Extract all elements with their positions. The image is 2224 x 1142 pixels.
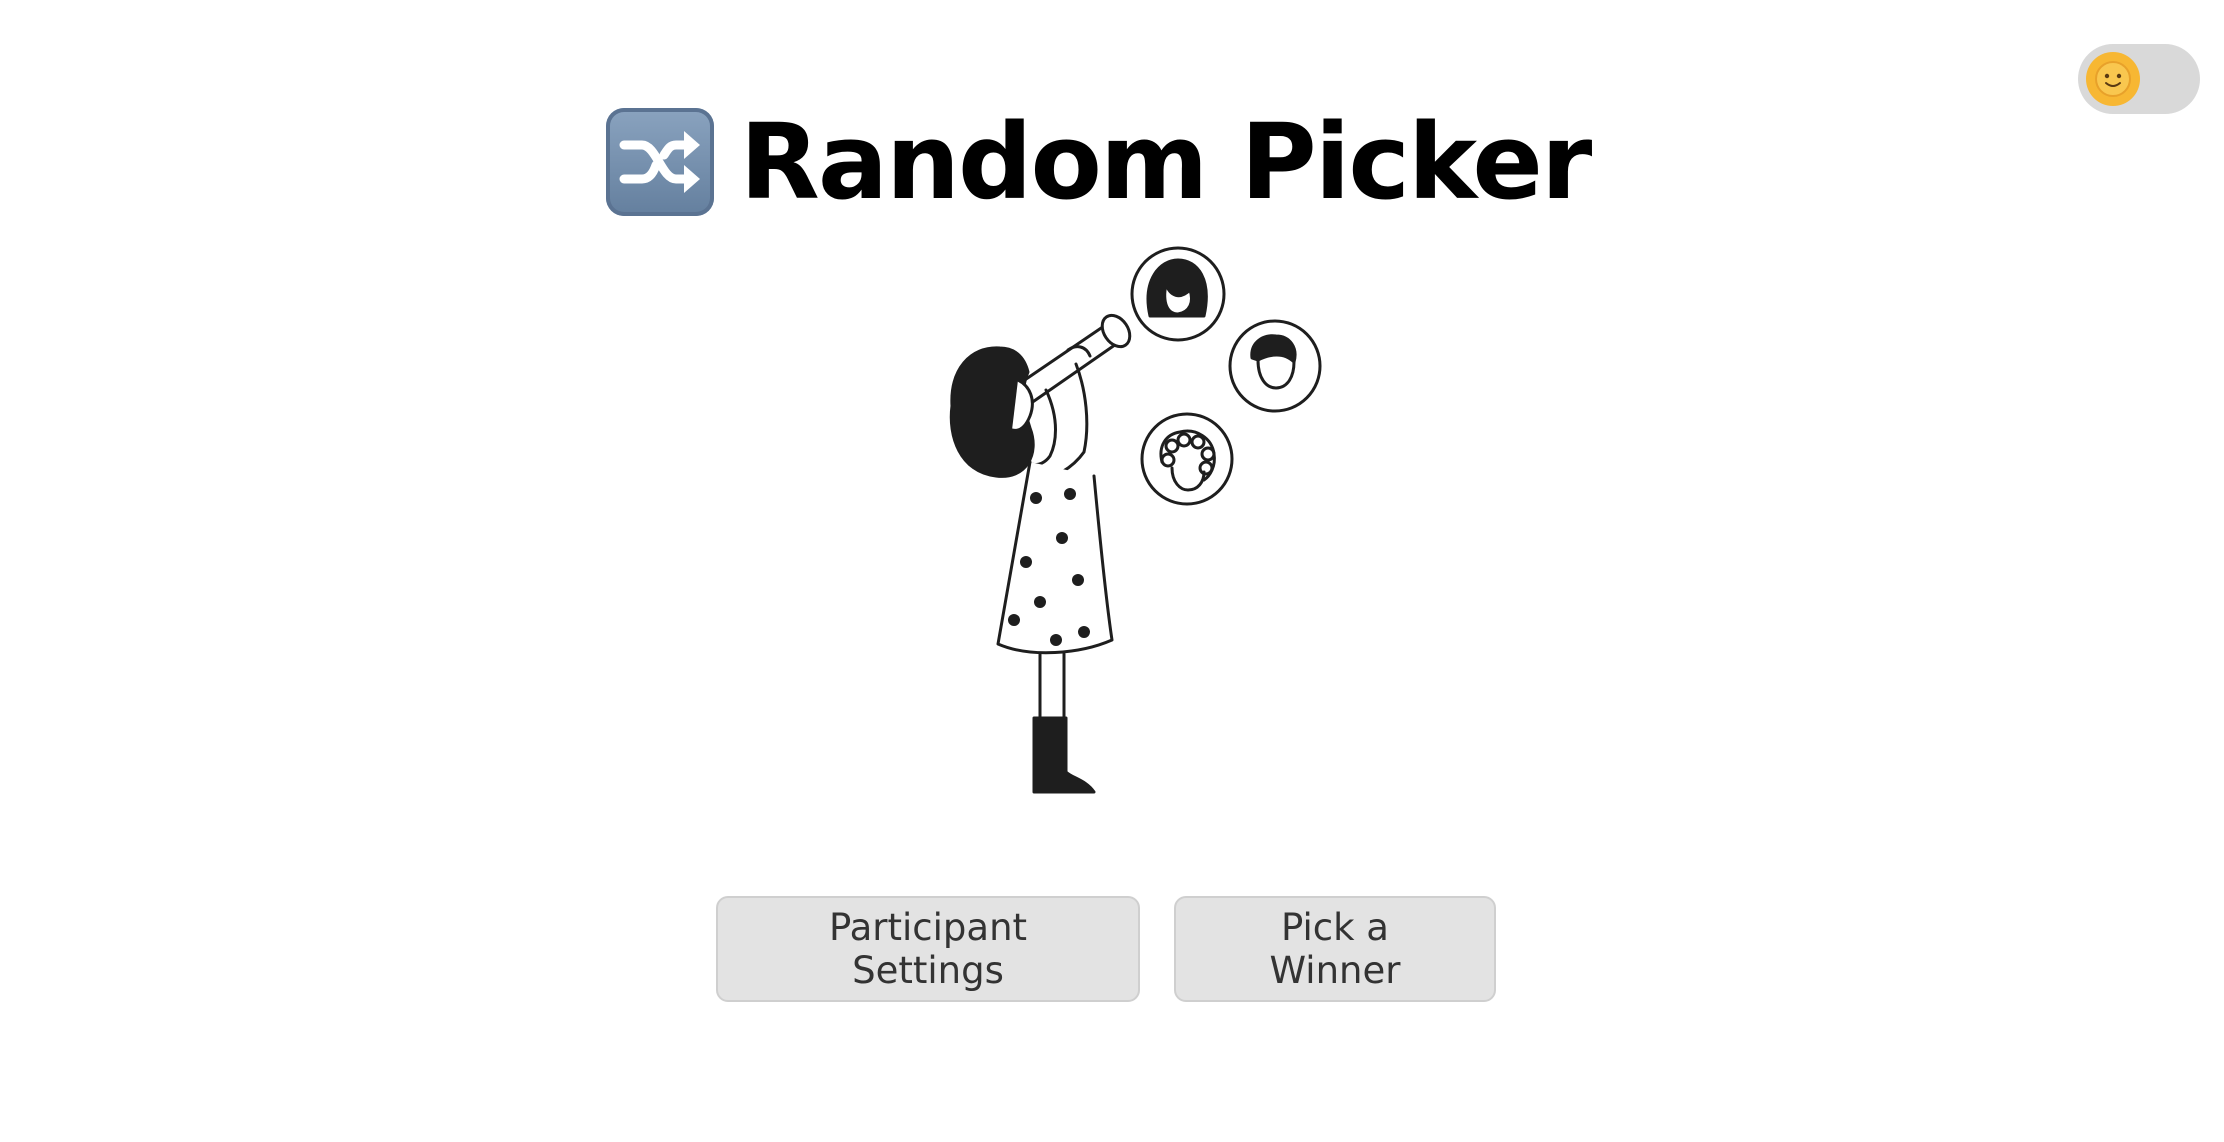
woman-with-telescope-illustration [880,240,1360,810]
theme-toggle[interactable] [2078,44,2200,114]
page-title: Random Picker [739,100,1592,223]
shuffle-icon [605,107,714,216]
action-buttons: Participant Settings Pick a Winner [0,896,2218,1002]
random-picker-page: Random Picker Participant Settings Pick … [0,0,2224,1142]
pick-winner-button[interactable]: Pick a Winner [1174,896,1496,1002]
participant-settings-button[interactable]: Participant Settings [716,896,1140,1002]
sun-face-icon [2086,52,2140,106]
